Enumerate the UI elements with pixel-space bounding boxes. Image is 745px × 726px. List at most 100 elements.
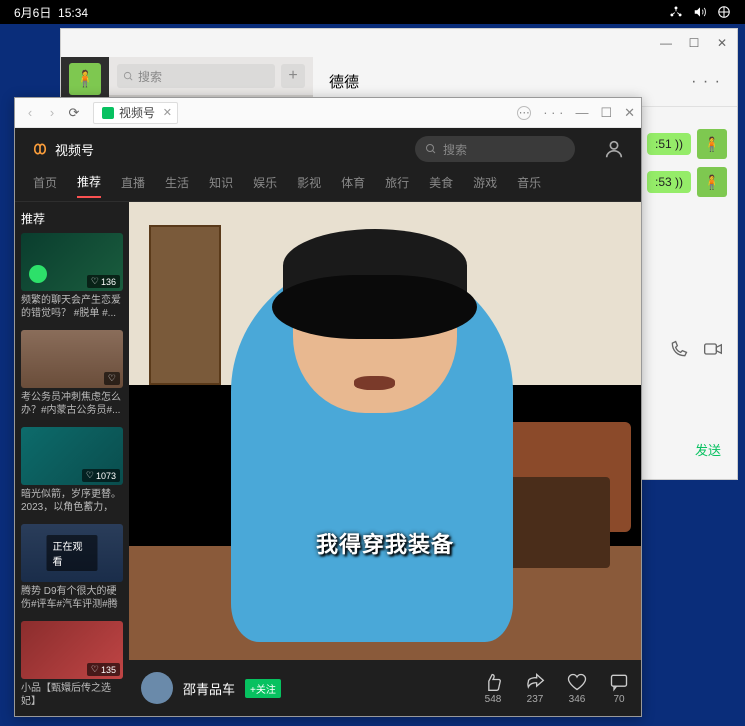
tab-music[interactable]: 音乐 [517, 174, 541, 197]
like-badge: ♡ 135 [87, 663, 120, 676]
tab-live[interactable]: 直播 [121, 174, 145, 197]
message-row: :51 )) 🧍 [647, 129, 727, 159]
search-icon [425, 143, 437, 155]
video-scene [129, 202, 641, 660]
video-title: 暗光似箭，岁序更替。2023，以角色蓄力， [21, 488, 123, 514]
browser-tab[interactable]: 视频号 ✕ [93, 102, 178, 124]
voice-message[interactable]: :51 )) [647, 133, 691, 155]
video-thumbnail: ♡ 1073 [21, 427, 123, 485]
video-sidebar: 推荐 ♡ 136 频繁的聊天会产生恋爱的错觉吗？ #脱单 #... ♡ 考公务员… [15, 202, 129, 716]
os-date: 6月6日 [14, 6, 51, 20]
tab-life[interactable]: 生活 [165, 174, 189, 197]
video-card[interactable]: ♡ 1073 暗光似箭，岁序更替。2023，以角色蓄力， [21, 427, 123, 514]
window-menu-icon[interactable]: ⋯ [517, 106, 531, 120]
wechat-search-input[interactable]: 搜索 [117, 64, 275, 88]
video-caption: 我得穿我装备 [316, 527, 454, 559]
close-button[interactable]: ✕ [624, 105, 635, 121]
author-avatar[interactable] [141, 672, 173, 704]
video-thumbnail: ♡ 136 [21, 233, 123, 291]
video-thumbnail: ♡ [21, 330, 123, 388]
share-icon [525, 672, 545, 692]
minimize-button[interactable]: — [659, 36, 673, 50]
favorite-button[interactable]: 346 [567, 672, 587, 705]
wechat-search-placeholder: 搜索 [138, 68, 162, 85]
comment-icon [609, 672, 629, 692]
tab-home[interactable]: 首页 [33, 174, 57, 197]
thumbs-up-icon [483, 672, 503, 692]
video-title: 腾势 D9有个很大的硬伤#评车#汽车评测#腾 [21, 585, 123, 611]
tab-sports[interactable]: 体育 [341, 174, 365, 197]
user-avatar[interactable]: 🧍 [69, 63, 101, 95]
video-title: 小品【甄嬛后传之选妃】 [21, 682, 123, 708]
video-search-input[interactable]: 搜索 [415, 136, 575, 162]
os-time: 15:34 [58, 6, 88, 20]
tab-food[interactable]: 美食 [429, 174, 453, 197]
video-titlebar: ‹ › ⟳ 视频号 ✕ ⋯ · · · — ☐ ✕ [15, 98, 641, 128]
wechat-titlebar: — ☐ ✕ [61, 29, 737, 57]
share-count: 237 [527, 694, 544, 705]
user-profile-icon[interactable] [603, 138, 625, 160]
like-badge: ♡ 1073 [82, 469, 120, 482]
channels-logo[interactable]: 视频号 [31, 140, 94, 159]
tab-title: 视频号 [119, 104, 155, 121]
share-button[interactable]: 237 [525, 672, 545, 705]
os-status-bar: 6月6日 15:34 [0, 0, 745, 24]
nav-refresh-button[interactable]: ⟳ [65, 104, 83, 122]
tab-game[interactable]: 游戏 [473, 174, 497, 197]
message-row: :53 )) 🧍 [647, 167, 727, 197]
video-player: 我得穿我装备 邵青品车 +关注 548 237 [129, 202, 641, 716]
tab-knowledge[interactable]: 知识 [209, 174, 233, 197]
search-icon [123, 71, 134, 82]
minimize-button[interactable]: — [575, 105, 588, 120]
video-card[interactable]: ♡ 135 小品【甄嬛后传之选妃】 [21, 621, 123, 708]
chat-toolbar [669, 339, 723, 359]
video-search-placeholder: 搜索 [443, 141, 467, 158]
video-frame[interactable]: 我得穿我装备 [129, 202, 641, 660]
like-badge: ♡ 136 [87, 275, 120, 288]
sidebar-heading: 推荐 [21, 210, 123, 227]
send-button[interactable]: 发送 [695, 440, 721, 459]
network-icon [669, 5, 683, 19]
video-title: 考公务员冲刺焦虑怎么办？#内蒙古公务员#... [21, 391, 123, 417]
system-icon [717, 5, 731, 19]
video-card[interactable]: ♡ 136 频繁的聊天会产生恋爱的错觉吗？ #脱单 #... [21, 233, 123, 320]
chat-more-button[interactable]: · · · [691, 73, 721, 91]
like-badge: ♡ [104, 372, 120, 385]
voice-message[interactable]: :53 )) [647, 171, 691, 193]
chat-title: 德德 [329, 71, 359, 92]
video-info-bar: 邵青品车 +关注 548 237 346 [129, 660, 641, 716]
message-avatar[interactable]: 🧍 [697, 167, 727, 197]
close-button[interactable]: ✕ [715, 36, 729, 50]
video-thumbnail: ♡ 135 [21, 621, 123, 679]
maximize-button[interactable]: ☐ [600, 105, 612, 121]
channels-title: 视频号 [55, 140, 94, 159]
favorite-count: 346 [569, 694, 586, 705]
tab-entertainment[interactable]: 娱乐 [253, 174, 277, 197]
video-window: ‹ › ⟳ 视频号 ✕ ⋯ · · · — ☐ ✕ 视频号 搜索 [14, 97, 642, 717]
like-count: 548 [485, 694, 502, 705]
sound-icon [102, 107, 114, 119]
now-watching-badge: 正在观看 [47, 535, 98, 571]
tab-film[interactable]: 影视 [297, 174, 321, 197]
follow-button[interactable]: +关注 [245, 679, 281, 698]
tab-recommend[interactable]: 推荐 [77, 173, 101, 198]
author-name[interactable]: 邵青品车 [183, 679, 235, 698]
maximize-button[interactable]: ☐ [687, 36, 701, 50]
comment-count: 70 [613, 694, 624, 705]
voice-call-icon[interactable] [669, 339, 689, 359]
nav-back-button[interactable]: ‹ [21, 104, 39, 122]
channels-icon [31, 140, 49, 158]
message-avatar[interactable]: 🧍 [697, 129, 727, 159]
video-thumbnail: 正在观看 [21, 524, 123, 582]
tab-close-button[interactable]: ✕ [163, 106, 172, 119]
video-card[interactable]: ♡ 考公务员冲刺焦虑怎么办？#内蒙古公务员#... [21, 330, 123, 417]
tab-travel[interactable]: 旅行 [385, 174, 409, 197]
video-call-icon[interactable] [703, 339, 723, 359]
window-more-button[interactable]: · · · [543, 105, 563, 120]
video-card[interactable]: 正在观看 腾势 D9有个很大的硬伤#评车#汽车评测#腾 [21, 524, 123, 611]
category-tabs: 首页 推荐 直播 生活 知识 娱乐 影视 体育 旅行 美食 游戏 音乐 [15, 170, 641, 202]
nav-forward-button[interactable]: › [43, 104, 61, 122]
comment-button[interactable]: 70 [609, 672, 629, 705]
add-button[interactable]: + [281, 64, 305, 88]
like-button[interactable]: 548 [483, 672, 503, 705]
